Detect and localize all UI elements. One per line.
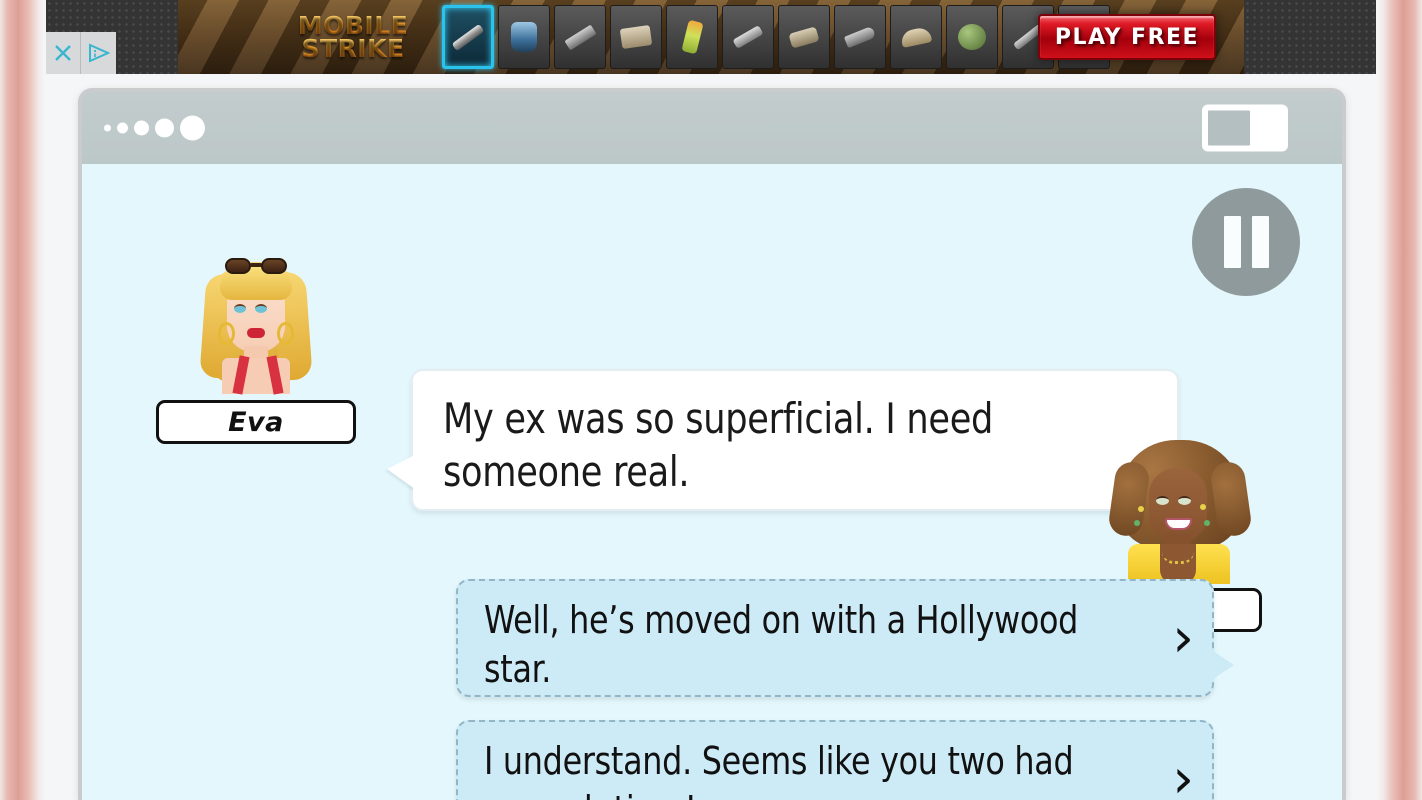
ad-mesh-right [1244, 0, 1376, 74]
left-edge-stripe [0, 0, 46, 800]
progress-dot-1 [104, 124, 111, 132]
dialogue-option-1-text: Well, he’s moved on with a Hollywood sta… [484, 598, 1079, 692]
speaker-speech-bubble: My ex was so superficial. I need someone… [387, 369, 1179, 511]
chevron-right-icon: › [1172, 747, 1194, 800]
close-icon[interactable] [46, 32, 81, 74]
pause-bar-right [1251, 216, 1269, 268]
battery-icon[interactable] [1202, 104, 1296, 152]
game-panel: Eva My ex was so superficial. I need som… [78, 88, 1346, 800]
app-root: MOBILE STRIKE PLAY FREE Eva My ex was so… [0, 0, 1422, 800]
eva-avatar [199, 246, 313, 395]
right-edge-stripe [1376, 0, 1422, 800]
chevron-right-icon: › [1172, 606, 1194, 669]
adchoices-icon[interactable] [81, 32, 116, 74]
you-avatar [1116, 434, 1242, 584]
play-free-label: PLAY FREE [1054, 24, 1200, 50]
dialogue-option-2[interactable]: I understand. Seems like you two had a r… [456, 720, 1214, 800]
progress-dot-2 [117, 122, 128, 134]
ad-tile-spray-can-icon[interactable] [666, 5, 718, 69]
progress-dot-4 [155, 118, 174, 138]
battery-nub [1273, 123, 1282, 145]
chat-area: Eva My ex was so superficial. I need som… [82, 164, 1342, 800]
ad-tile-grenade-launcher-icon[interactable] [778, 5, 830, 69]
ad-tile-knife-icon[interactable] [442, 5, 494, 69]
dialogue-option-2-text: I understand. Seems like you two had a r… [484, 739, 1074, 800]
ad-brand-line2: STRIKE [301, 34, 405, 63]
ad-tile-handgun-icon[interactable] [834, 5, 886, 69]
ad-tile-body-armor-icon[interactable] [498, 5, 550, 69]
progress-dot-3 [134, 120, 149, 136]
ad-tile-pistol-icon[interactable] [722, 5, 774, 69]
pause-bar-left [1223, 216, 1241, 268]
sunglasses-icon [225, 255, 287, 275]
ad-brand-logo: MOBILE STRIKE [278, 6, 428, 68]
speaker-block: Eva [156, 246, 356, 444]
progress-dot-5 [180, 115, 205, 141]
ad-controls [46, 32, 116, 74]
dialogue-option-1[interactable]: Well, he’s moved on with a Hollywood sta… [456, 579, 1234, 697]
ad-tile-helmet-icon[interactable] [946, 5, 998, 69]
status-bar [82, 92, 1342, 164]
speaker-message: My ex was so superficial. I need someone… [443, 394, 994, 496]
ad-tile-ammo-box-icon[interactable] [610, 5, 662, 69]
option-tail [1210, 649, 1234, 681]
battery-fill [1208, 110, 1251, 146]
speaker-name: Eva [228, 406, 284, 438]
ad-tile-rifle-icon[interactable] [554, 5, 606, 69]
play-free-button[interactable]: PLAY FREE [1038, 14, 1216, 60]
pause-button[interactable] [1192, 188, 1300, 296]
speaker-name-tag: Eva [156, 400, 356, 444]
progress-dots [104, 115, 205, 141]
bubble-tail [387, 455, 415, 489]
ad-item-tiles [442, 5, 1110, 69]
ad-tile-hat-icon[interactable] [890, 5, 942, 69]
ad-banner[interactable]: MOBILE STRIKE PLAY FREE [46, 0, 1376, 74]
